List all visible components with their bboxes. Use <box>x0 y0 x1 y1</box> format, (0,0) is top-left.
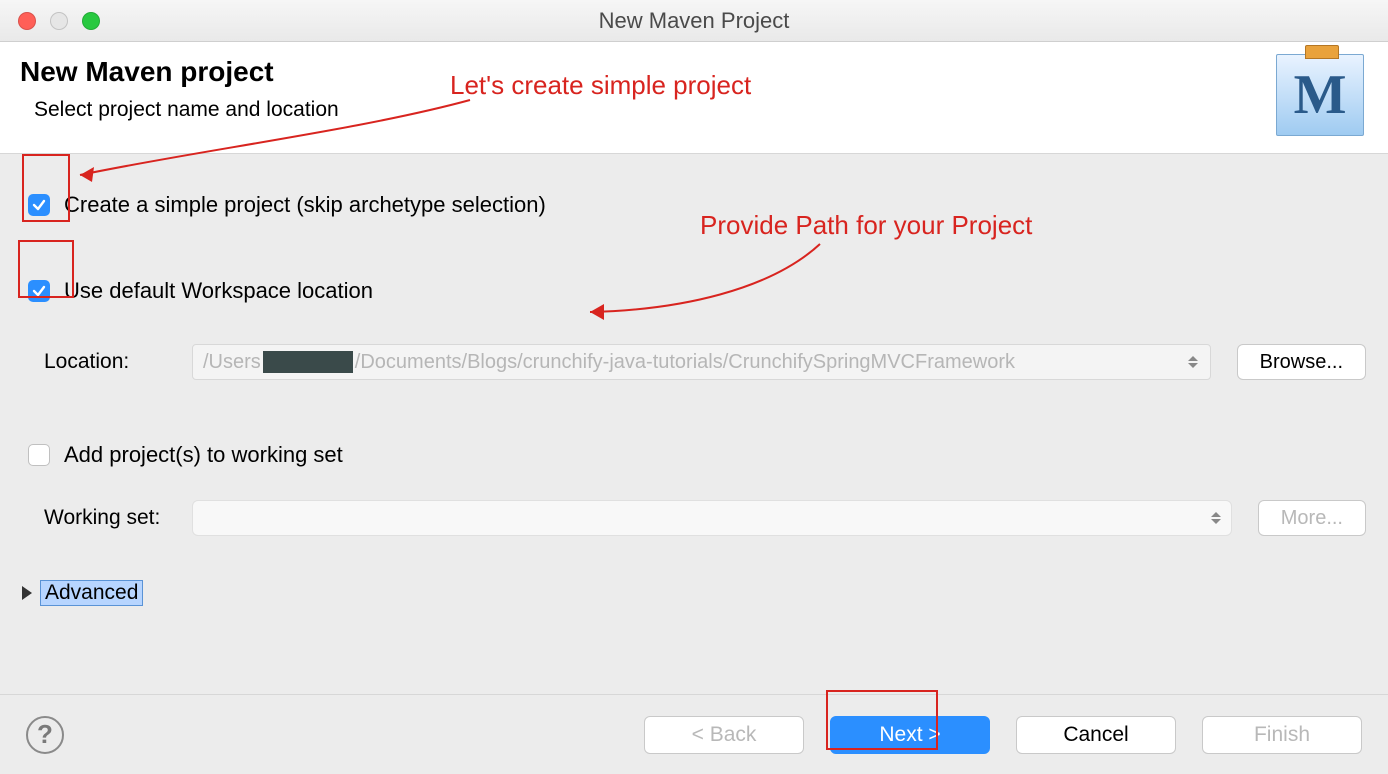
browse-button[interactable]: Browse... <box>1237 344 1366 380</box>
stepper-icon[interactable] <box>1188 356 1204 368</box>
advanced-section-toggle[interactable]: Advanced <box>40 580 143 606</box>
label-add-working-set: Add project(s) to working set <box>64 442 343 468</box>
redacted-user <box>263 351 353 373</box>
more-button: More... <box>1258 500 1366 536</box>
annotation-box-simple-checkbox <box>22 154 70 222</box>
working-set-select[interactable] <box>192 500 1232 536</box>
page-subtitle: Select project name and location <box>34 98 1364 122</box>
help-icon[interactable]: ? <box>26 716 64 754</box>
label-default-workspace: Use default Workspace location <box>64 278 373 304</box>
back-button: < Back <box>644 716 804 754</box>
finish-button: Finish <box>1202 716 1362 754</box>
chevron-updown-icon <box>1211 512 1221 524</box>
window-titlebar: New Maven Project <box>0 0 1388 42</box>
working-set-label: Working set: <box>44 506 192 530</box>
maven-icon: M <box>1276 54 1364 136</box>
cancel-button[interactable]: Cancel <box>1016 716 1176 754</box>
location-input[interactable]: /Users/Documents/Blogs/crunchify-java-tu… <box>192 344 1211 380</box>
location-path-before: /Users <box>203 351 261 374</box>
annotation-box-workspace-checkbox <box>18 240 74 298</box>
checkbox-add-working-set[interactable] <box>28 444 50 466</box>
location-path-after: /Documents/Blogs/crunchify-java-tutorial… <box>355 351 1015 374</box>
annotation-box-next-button <box>826 690 938 750</box>
annotation-simple-project: Let's create simple project <box>450 70 751 101</box>
label-simple-project: Create a simple project (skip archetype … <box>64 192 546 218</box>
annotation-path: Provide Path for your Project <box>700 210 1032 241</box>
location-label: Location: <box>44 350 192 374</box>
wizard-footer: ? < Back Next > Cancel Finish <box>0 694 1388 774</box>
wizard-body: Create a simple project (skip archetype … <box>0 154 1388 694</box>
window-title: New Maven Project <box>0 8 1388 34</box>
disclosure-triangle-icon[interactable] <box>22 586 32 600</box>
